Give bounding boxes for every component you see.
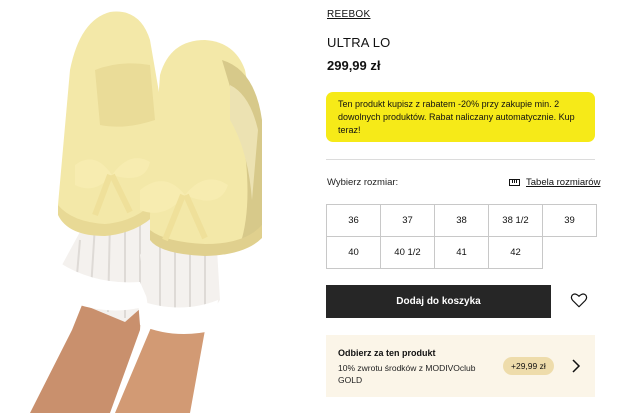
size-option[interactable]: 41 (434, 236, 489, 269)
size-option[interactable]: 36 (326, 204, 381, 237)
promo-text: Ten produkt kupisz z rabatem -20% przy z… (338, 99, 575, 135)
club-badge: +29,99 zł (503, 357, 554, 375)
product-details: REEBOK ULTRA LO 299,99 zł Ten produkt ku… (326, 0, 606, 413)
divider (326, 159, 595, 160)
size-option[interactable]: 39 (542, 204, 597, 237)
size-option[interactable]: 38 (434, 204, 489, 237)
ruler-icon (509, 179, 520, 186)
size-option[interactable]: 37 (380, 204, 435, 237)
size-option[interactable]: 40 1/2 (380, 236, 435, 269)
add-to-cart-button[interactable]: Dodaj do koszyka (326, 285, 551, 318)
heart-icon[interactable] (570, 291, 588, 309)
size-option[interactable]: 42 (488, 236, 543, 269)
brand-link[interactable]: REEBOK (327, 9, 370, 20)
size-option[interactable]: 38 1/2 (488, 204, 543, 237)
club-rewards-box[interactable]: Odbierz za ten produkt 10% zwrotu środkó… (326, 335, 595, 397)
size-chart-label: Tabela rozmiarów (526, 177, 601, 188)
promo-banner[interactable]: Ten produkt kupisz z rabatem -20% przy z… (326, 92, 595, 142)
size-chart-link[interactable]: Tabela rozmiarów (509, 177, 600, 188)
size-option[interactable]: 40 (326, 236, 381, 269)
size-label: Wybierz rozmiar: (327, 177, 399, 188)
product-price: 299,99 zł (327, 58, 381, 73)
club-text: 10% zwrotu środków z MODIVOclub GOLD (338, 363, 476, 385)
club-title: Odbierz za ten produkt (338, 348, 436, 358)
product-name: ULTRA LO (327, 35, 391, 50)
sneakers-photo (30, 11, 262, 413)
product-image[interactable] (0, 0, 310, 413)
chevron-right-icon[interactable] (570, 358, 582, 374)
